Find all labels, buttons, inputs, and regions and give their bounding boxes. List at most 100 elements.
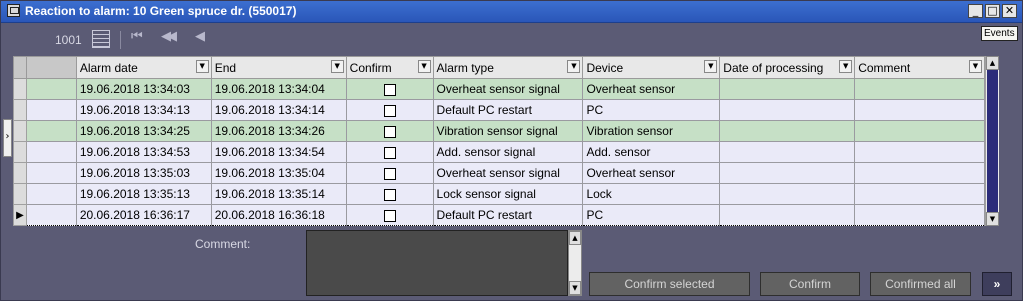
current-row-indicator-icon[interactable]: ▶ [13, 204, 27, 226]
confirm-checkbox[interactable] [383, 209, 396, 222]
alarm-reaction-window: Reaction to alarm: 10 Green spruce dr. (… [0, 0, 1023, 301]
table-row[interactable]: 19.06.2018 13:34:25 19.06.2018 13:34:26 … [13, 120, 985, 142]
filter-dropdown-icon[interactable]: ▼ [839, 60, 853, 73]
column-header-comment[interactable]: Comment ▼ [854, 56, 985, 79]
comment-scrollbar[interactable]: ▲ ▼ [568, 230, 582, 296]
comment-cell [854, 162, 985, 184]
confirm-checkbox[interactable] [383, 104, 396, 117]
filter-dropdown-icon[interactable]: ▼ [567, 60, 581, 73]
filter-dropdown-icon[interactable]: ▼ [195, 60, 209, 73]
end-cell: 19.06.2018 13:34:54 [210, 141, 347, 163]
close-button[interactable]: ✕ [1002, 4, 1017, 18]
filter-dropdown-icon[interactable]: ▼ [330, 60, 344, 73]
column-header-alarm-type[interactable]: Alarm type ▼ [432, 56, 584, 79]
comment-cell [854, 99, 985, 121]
table-vertical-scrollbar[interactable]: ▲ ▼ [985, 56, 999, 226]
date-of-processing-cell [719, 78, 856, 100]
confirm-cell [345, 141, 434, 163]
row-indicator[interactable] [13, 120, 27, 142]
comment-cell [854, 141, 985, 163]
toolbar-separator [120, 31, 121, 49]
date-of-processing-cell [719, 99, 856, 121]
row-number-cell [25, 162, 77, 184]
row-number-cell [25, 78, 77, 100]
confirm-checkbox[interactable] [383, 146, 396, 159]
filter-dropdown-icon[interactable]: ▼ [417, 60, 431, 73]
expand-panel-button[interactable]: » [982, 272, 1012, 296]
end-cell: 19.06.2018 13:34:04 [210, 78, 347, 100]
window-title: Reaction to alarm: 10 Green spruce dr. (… [25, 4, 297, 18]
alarm-table: Alarm date ▼ End ▼ Confirm ▼ Alarm type ▼ De… [13, 56, 985, 226]
confirm-cell [345, 162, 434, 184]
device-cell: Overheat sensor [582, 162, 721, 184]
filter-dropdown-icon[interactable]: ▼ [704, 60, 718, 73]
device-cell: Vibration sensor [582, 120, 721, 142]
column-header-confirm[interactable]: Confirm ▼ [345, 56, 434, 79]
confirm-checkbox[interactable] [383, 167, 396, 180]
minimize-button[interactable]: _ [968, 4, 983, 18]
row-number-cell [25, 204, 77, 226]
column-label: Alarm date [79, 60, 138, 75]
filter-dropdown-icon[interactable]: ▼ [969, 60, 982, 73]
column-header-end[interactable]: End ▼ [210, 56, 347, 79]
table-row[interactable]: 19.06.2018 13:34:13 19.06.2018 13:34:14 … [13, 99, 985, 121]
alarm-type-cell: Vibration sensor signal [432, 120, 584, 142]
table-row-selected[interactable]: ▶ 20.06.2018 16:36:17 20.06.2018 16:36:1… [13, 204, 985, 226]
confirm-checkbox[interactable] [383, 125, 396, 138]
scroll-down-icon[interactable]: ▼ [569, 281, 581, 295]
row-number-cell [25, 141, 77, 163]
row-indicator[interactable] [13, 141, 27, 163]
scroll-down-icon[interactable]: ▼ [986, 212, 999, 226]
confirm-cell [345, 183, 434, 205]
table-row[interactable]: 19.06.2018 13:34:03 19.06.2018 13:34:04 … [13, 78, 985, 100]
comment-cell [854, 204, 985, 226]
confirm-checkbox[interactable] [383, 188, 396, 201]
confirm-selected-button[interactable]: Confirm selected [589, 272, 750, 296]
scroll-up-icon[interactable]: ▲ [986, 56, 999, 70]
comment-cell [854, 78, 985, 100]
table-row[interactable]: 19.06.2018 13:35:03 19.06.2018 13:35:04 … [13, 162, 985, 184]
column-header-date-of-processing[interactable]: Date of processing ▼ [719, 56, 856, 79]
column-header-alarm-date[interactable]: Alarm date ▼ [75, 56, 212, 79]
date-of-processing-cell [719, 204, 856, 226]
end-cell: 19.06.2018 13:34:26 [210, 120, 347, 142]
confirmed-all-button[interactable]: Confirmed all [870, 272, 971, 296]
table-row[interactable]: 19.06.2018 13:35:13 19.06.2018 13:35:14 … [13, 183, 985, 205]
alarm-type-cell: Default PC restart [432, 204, 584, 226]
header-corner-2 [25, 56, 77, 79]
alarm-type-cell: Overheat sensor signal [432, 162, 584, 184]
prev-record-icon[interactable]: ◀ [195, 29, 205, 44]
alarm-type-cell: Default PC restart [432, 99, 584, 121]
end-cell: 20.06.2018 16:36:18 [210, 204, 347, 226]
device-cell: Lock [582, 183, 721, 205]
confirm-cell [345, 78, 434, 100]
alarm-date-cell: 19.06.2018 13:35:03 [75, 162, 212, 184]
scrollbar-thumb[interactable] [987, 70, 998, 212]
date-of-processing-cell [719, 183, 856, 205]
prev-page-icon[interactable]: ◀◀ [161, 29, 177, 44]
comment-label: Comment: [195, 237, 251, 251]
confirm-cell [345, 99, 434, 121]
row-indicator[interactable] [13, 183, 27, 205]
comment-textarea[interactable] [306, 230, 568, 296]
grid-view-icon[interactable] [92, 30, 110, 48]
panel-splitter-handle[interactable]: › [3, 119, 12, 157]
row-indicator[interactable] [13, 99, 27, 121]
maximize-button[interactable]: □ [985, 4, 1000, 18]
device-cell: PC [582, 204, 721, 226]
first-record-icon[interactable]: ⏮ [131, 29, 143, 44]
row-indicator[interactable] [13, 78, 27, 100]
column-header-device[interactable]: Device ▼ [582, 56, 721, 79]
header-corner [13, 56, 27, 79]
title-bar[interactable]: Reaction to alarm: 10 Green spruce dr. (… [1, 1, 1022, 23]
end-cell: 19.06.2018 13:35:14 [210, 183, 347, 205]
confirm-checkbox[interactable] [383, 83, 396, 96]
window-app-icon [7, 4, 20, 17]
confirm-button[interactable]: Confirm [760, 272, 860, 296]
comment-cell [854, 120, 985, 142]
column-label: Comment [858, 60, 911, 75]
row-indicator[interactable] [13, 162, 27, 184]
table-row[interactable]: 19.06.2018 13:34:53 19.06.2018 13:34:54 … [13, 141, 985, 163]
table-header-row: Alarm date ▼ End ▼ Confirm ▼ Alarm type ▼ De… [13, 56, 985, 79]
scroll-up-icon[interactable]: ▲ [569, 231, 581, 245]
